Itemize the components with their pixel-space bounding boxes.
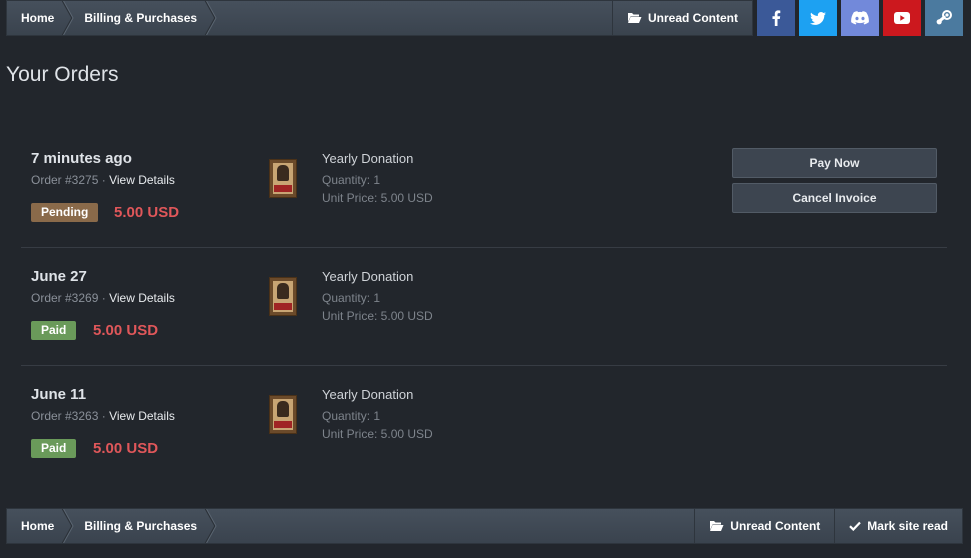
steam-icon [935, 10, 953, 26]
cancel-invoice-button[interactable]: Cancel Invoice [732, 183, 937, 213]
facebook-link[interactable] [757, 0, 795, 36]
item-unit-price: Unit Price: 5.00 USD [322, 191, 433, 205]
unread-content-button[interactable]: Unread Content [694, 509, 834, 543]
youtube-icon [894, 12, 910, 24]
item-quantity: Quantity: 1 [322, 291, 381, 305]
breadcrumb-home-label: Home [21, 519, 55, 533]
youtube-link[interactable] [883, 0, 921, 36]
breadcrumb-home-label: Home [21, 11, 55, 25]
breadcrumb-separator [203, 1, 219, 35]
breadcrumb-billing-label: Billing & Purchases [84, 11, 198, 25]
breadcrumb-billing[interactable]: Billing & Purchases [68, 509, 217, 543]
breadcrumb-billing[interactable]: Billing & Purchases [68, 1, 217, 35]
breadcrumb-billing-label: Billing & Purchases [84, 519, 198, 533]
breadcrumb-home[interactable]: Home [7, 509, 74, 543]
twitter-link[interactable] [799, 0, 837, 36]
orders-list: 7 minutes ago Order #3275 · View Details… [21, 130, 947, 483]
order-number-label: Order #3275 [31, 173, 99, 187]
item-name: Yearly Donation [322, 387, 414, 402]
item-quantity: Quantity: 1 [322, 173, 381, 187]
discord-link[interactable] [841, 0, 879, 36]
order-row: June 27 Order #3269 · View Details Paid … [21, 248, 947, 366]
steam-link[interactable] [925, 0, 963, 36]
unread-content-button[interactable]: Unread Content [612, 1, 752, 35]
order-amount: 5.00 USD [114, 204, 180, 221]
product-thumbnail [269, 277, 297, 316]
order-number: Order #3263 · View Details [31, 409, 175, 423]
order-number: Order #3275 · View Details [31, 173, 175, 187]
discord-icon [851, 11, 869, 25]
order-date: 7 minutes ago [31, 150, 132, 167]
status-badge: Paid [31, 321, 77, 340]
item-unit-price: Unit Price: 5.00 USD [322, 427, 433, 441]
twitter-icon [810, 11, 826, 25]
view-details-link[interactable]: View Details [109, 409, 175, 423]
item-name: Yearly Donation [322, 151, 414, 166]
folder-open-icon [627, 12, 642, 24]
mark-site-read-button[interactable]: Mark site read [834, 509, 962, 543]
order-number: Order #3269 · View Details [31, 291, 175, 305]
status-badge: Paid [31, 439, 77, 458]
order-amount: 5.00 USD [93, 440, 159, 457]
order-date: June 27 [31, 268, 87, 285]
order-row: June 11 Order #3263 · View Details Paid … [21, 366, 947, 483]
checkmark-icon [849, 521, 862, 531]
view-details-link[interactable]: View Details [109, 291, 175, 305]
order-number-label: Order #3269 [31, 291, 99, 305]
product-thumbnail [269, 395, 297, 434]
social-links [757, 0, 963, 36]
order-row: 7 minutes ago Order #3275 · View Details… [21, 130, 947, 248]
unread-content-label: Unread Content [730, 519, 821, 533]
page-title: Your Orders [6, 63, 119, 86]
bottom-breadcrumb-bar: Home Billing & Purchases Unread Content … [6, 508, 963, 544]
top-breadcrumb-bar: Home Billing & Purchases Unread Content [6, 0, 753, 36]
order-separator: · [98, 291, 110, 305]
order-separator: · [98, 173, 110, 187]
order-amount: 5.00 USD [93, 322, 159, 339]
facebook-icon [771, 10, 781, 26]
item-quantity: Quantity: 1 [322, 409, 381, 423]
pay-now-button[interactable]: Pay Now [732, 148, 937, 178]
view-details-link[interactable]: View Details [109, 173, 175, 187]
product-thumbnail [269, 159, 297, 198]
breadcrumb-separator [203, 509, 219, 543]
status-badge: Pending [31, 203, 99, 222]
order-date: June 11 [31, 386, 87, 403]
item-name: Yearly Donation [322, 269, 414, 284]
order-number-label: Order #3263 [31, 409, 99, 423]
folder-open-icon [709, 520, 724, 532]
mark-site-read-label: Mark site read [867, 519, 948, 533]
order-separator: · [98, 409, 110, 423]
item-unit-price: Unit Price: 5.00 USD [322, 309, 433, 323]
breadcrumb-home[interactable]: Home [7, 1, 74, 35]
unread-content-label: Unread Content [648, 11, 738, 25]
